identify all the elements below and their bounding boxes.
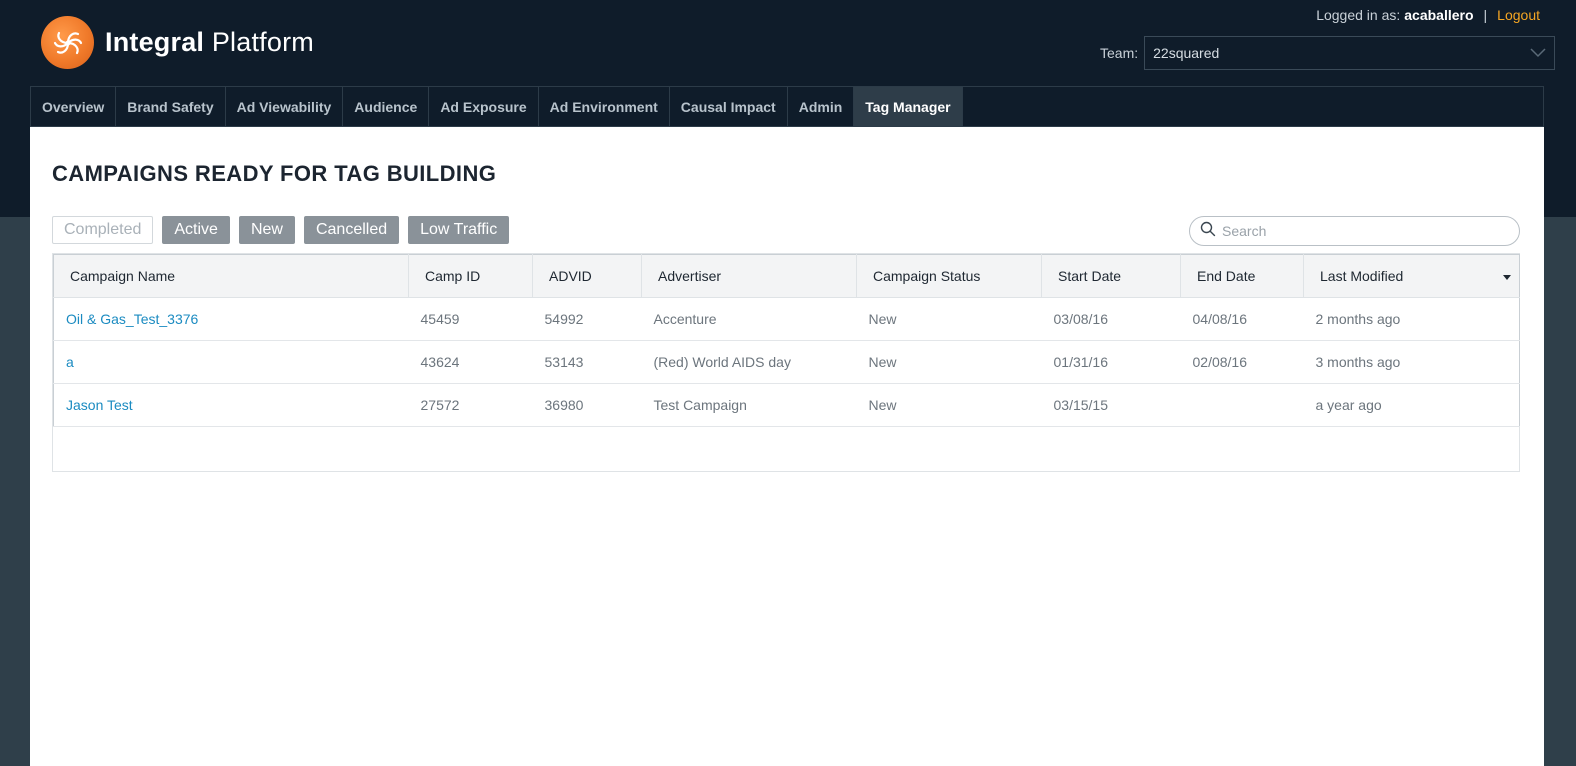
team-select[interactable]: 22squared [1144, 36, 1556, 70]
campaign-name-link[interactable]: a [53, 340, 409, 384]
tab-brand-safety[interactable]: Brand Safety [116, 87, 226, 126]
team-label: Team: [1100, 45, 1139, 61]
filter-new[interactable]: New [238, 216, 295, 244]
status-cell: New [856, 383, 1042, 427]
pinwheel-logo-icon [41, 16, 94, 69]
page-title: CAMPAIGNS READY FOR TAG BUILDING [52, 161, 497, 186]
camp-id-cell: 43624 [408, 340, 533, 384]
status-filters: Completed Active New Cancelled Low Traff… [52, 216, 518, 244]
table-row: Jason Test 27572 36980 Test Campaign New… [53, 383, 1520, 427]
tab-causal-impact[interactable]: Causal Impact [670, 87, 788, 126]
camp-id-cell: 45459 [408, 297, 533, 341]
logout-link[interactable]: Logout [1497, 7, 1540, 23]
main-nav: Overview Brand Safety Ad Viewability Aud… [30, 86, 1544, 127]
column-header-end-date[interactable]: End Date [1180, 254, 1304, 298]
advertiser-cell: Accenture [641, 297, 857, 341]
column-header-last-modified[interactable]: Last Modified [1303, 254, 1520, 298]
start-date-cell: 03/15/15 [1041, 383, 1181, 427]
tab-tag-manager[interactable]: Tag Manager [854, 87, 963, 126]
tab-ad-exposure[interactable]: Ad Exposure [429, 87, 539, 126]
filter-cancelled[interactable]: Cancelled [303, 216, 400, 244]
search-input[interactable]: Search [1189, 216, 1520, 246]
start-date-cell: 03/08/16 [1041, 297, 1181, 341]
table-row: Oil & Gas_Test_3376 45459 54992 Accentur… [53, 297, 1520, 341]
campaigns-table: Campaign Name Camp ID ADVID Advertiser C… [53, 254, 1520, 427]
last-modified-cell: a year ago [1303, 383, 1520, 427]
sort-desc-icon [1503, 275, 1511, 280]
logo-text-bold: Integral [105, 27, 205, 57]
campaign-name-link[interactable]: Jason Test [53, 383, 409, 427]
column-header-campaign-status[interactable]: Campaign Status [856, 254, 1042, 298]
tab-overview[interactable]: Overview [31, 87, 117, 126]
advid-cell: 53143 [532, 340, 642, 384]
camp-id-cell: 27572 [408, 383, 533, 427]
team-value: 22squared [1153, 45, 1220, 61]
table-header-row: Campaign Name Camp ID ADVID Advertiser C… [53, 254, 1520, 298]
search-placeholder: Search [1222, 223, 1267, 239]
filter-low-traffic[interactable]: Low Traffic [408, 216, 510, 244]
campaigns-table-container: Campaign Name Camp ID ADVID Advertiser C… [52, 253, 1520, 472]
column-header-advertiser[interactable]: Advertiser [641, 254, 857, 298]
logo-text: Integral Platform [105, 27, 314, 58]
last-modified-cell: 3 months ago [1303, 340, 1520, 384]
campaign-name-link[interactable]: Oil & Gas_Test_3376 [53, 297, 409, 341]
username: acaballero [1404, 7, 1474, 23]
tab-ad-environment[interactable]: Ad Environment [539, 87, 670, 126]
tab-admin[interactable]: Admin [788, 87, 855, 126]
tab-ad-viewability[interactable]: Ad Viewability [226, 87, 344, 126]
filter-active[interactable]: Active [162, 216, 230, 244]
status-cell: New [856, 340, 1042, 384]
end-date-cell [1180, 383, 1304, 427]
column-header-last-modified-label: Last Modified [1320, 268, 1404, 284]
table-row: a 43624 53143 (Red) World AIDS day New 0… [53, 340, 1520, 384]
end-date-cell: 04/08/16 [1180, 297, 1304, 341]
status-cell: New [856, 297, 1042, 341]
column-header-start-date[interactable]: Start Date [1041, 254, 1181, 298]
app-logo[interactable]: Integral Platform [41, 16, 314, 69]
advid-cell: 36980 [532, 383, 642, 427]
advertiser-cell: Test Campaign [641, 383, 857, 427]
advid-cell: 54992 [532, 297, 642, 341]
tab-audience[interactable]: Audience [343, 87, 430, 126]
separator: | [1483, 7, 1488, 23]
column-header-advid[interactable]: ADVID [532, 254, 642, 298]
advertiser-cell: (Red) World AIDS day [641, 340, 857, 384]
login-info: Logged in as: acaballero | Logout [1316, 7, 1540, 23]
column-header-camp-id[interactable]: Camp ID [408, 254, 533, 298]
logged-in-label: Logged in as: [1316, 7, 1401, 23]
logo-text-light: Platform [211, 27, 314, 57]
last-modified-cell: 2 months ago [1303, 297, 1520, 341]
team-selector: Team: 22squared [1100, 36, 1556, 70]
end-date-cell: 02/08/16 [1180, 340, 1304, 384]
column-header-campaign-name[interactable]: Campaign Name [53, 254, 409, 298]
main-panel: CAMPAIGNS READY FOR TAG BUILDING Complet… [30, 127, 1544, 766]
search-icon [1200, 221, 1216, 242]
chevron-down-icon [1530, 45, 1546, 61]
filter-completed[interactable]: Completed [52, 216, 154, 244]
start-date-cell: 01/31/16 [1041, 340, 1181, 384]
